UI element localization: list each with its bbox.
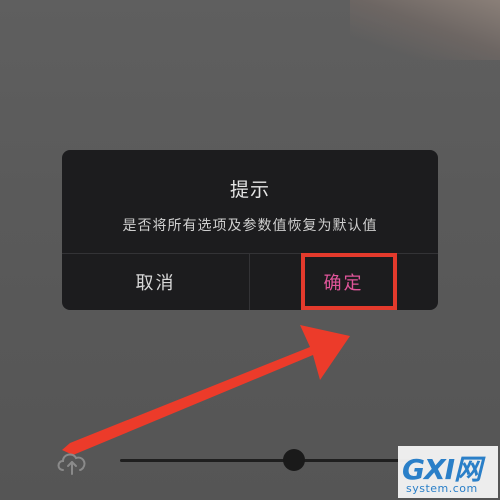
cancel-button[interactable]: 取消: [62, 254, 249, 310]
reset-confirm-dialog: 提示 是否将所有选项及参数值恢复为默认值 取消 确定: [62, 150, 438, 310]
confirm-button[interactable]: 确定: [250, 254, 437, 310]
watermark-site: system.com: [406, 482, 478, 495]
background-photo-corner: [350, 0, 500, 60]
slider-thumb[interactable]: [283, 449, 305, 471]
watermark-logo: GXI网: [402, 453, 482, 486]
dialog-message: 是否将所有选项及参数值恢复为默认值: [122, 218, 378, 234]
watermark: GXI网 system.com: [398, 446, 498, 498]
cloud-upload-icon[interactable]: [55, 448, 89, 476]
dialog-title: 提示: [229, 179, 270, 201]
slider-track[interactable]: [120, 459, 410, 462]
